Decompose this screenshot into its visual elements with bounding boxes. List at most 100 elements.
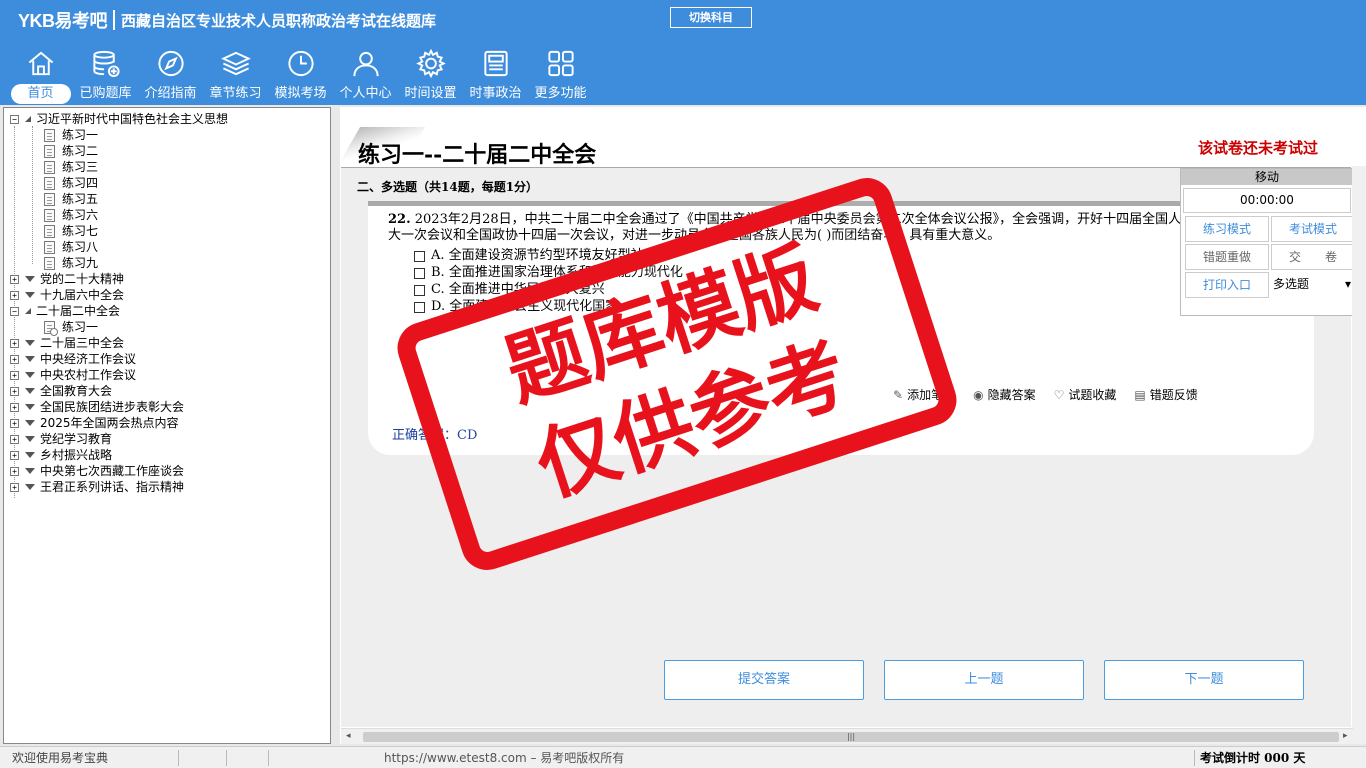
print-button[interactable]: 打印入口 [1185, 272, 1269, 298]
collapse-icon[interactable]: − [10, 306, 19, 316]
tree-node-label: 二十届二中全会 [36, 304, 121, 318]
error-feedback-button[interactable]: ▤ 错题反馈 [1134, 386, 1197, 403]
practice-mode-button[interactable]: 练习模式 [1185, 216, 1269, 242]
nav-label: 章节练习 [209, 86, 262, 101]
nav-mock-exam[interactable]: 模拟考场 [268, 48, 333, 104]
checkbox[interactable] [414, 301, 425, 313]
exam-mode-button[interactable]: 考试模式 [1271, 216, 1355, 242]
nav-guide[interactable]: 介绍指南 [138, 48, 203, 104]
dropdown-arrow-icon: ▾ [1344, 277, 1351, 291]
vertical-scrollbar[interactable] [1352, 166, 1366, 744]
horizontal-scrollbar[interactable]: ◂ ||| ▸ [341, 728, 1353, 744]
question-type-select[interactable]: 多选题 ▾ [1271, 272, 1355, 298]
tree-node[interactable]: + 乡村振兴战略 [10, 447, 112, 463]
tree-node[interactable]: +2025年全国两会热点内容 [10, 415, 179, 431]
expand-icon[interactable]: + [10, 386, 19, 396]
tree-leaf[interactable]: 练习五 [44, 191, 98, 207]
tree-node[interactable]: + 中央农村工作会议 [10, 367, 136, 383]
tree-node-label: 练习一 [62, 128, 99, 142]
tree-leaf[interactable]: 练习四 [44, 175, 98, 191]
expand-icon[interactable]: + [10, 290, 19, 300]
expand-icon[interactable]: + [10, 466, 19, 476]
tree-node[interactable]: + 王君正系列讲话、指示精神 [10, 479, 184, 495]
tree-leaf[interactable]: 练习二 [44, 143, 98, 159]
logo: YKB易考吧 [18, 11, 108, 31]
tree-node[interactable]: + 二十届三中全会 [10, 335, 124, 351]
nav-more[interactable]: 更多功能 [528, 48, 593, 104]
hide-answer-button[interactable]: ◉ 隐藏答案 [973, 386, 1036, 403]
submit-answer-button[interactable]: 提交答案 [664, 660, 864, 700]
nav-label: 已购题库 [79, 86, 132, 101]
status-divider [226, 750, 227, 766]
chapter-tree: − 习近平新时代中国特色社会主义思想 练习一 练习二 练习三 练习四 练习五 练… [3, 107, 331, 744]
tree-leaf[interactable]: 练习八 [44, 239, 98, 255]
tree-node[interactable]: + 全国民族团结进步表彰大会 [10, 399, 184, 415]
tree-leaf[interactable]: 练习一 [44, 127, 98, 143]
checkbox[interactable] [414, 267, 425, 279]
expand-icon[interactable]: + [10, 418, 19, 428]
tree-node[interactable]: − 二十届二中全会 [10, 303, 120, 319]
document-icon [44, 176, 55, 190]
expand-icon[interactable]: + [10, 274, 19, 284]
redo-wrong-button[interactable]: 错题重做 [1185, 244, 1269, 270]
report-icon: ▤ [1134, 387, 1146, 402]
copyright-text: https://www.etest8.com – 易考吧版权所有 [384, 751, 625, 765]
tree-node-label: 二十届三中全会 [40, 336, 125, 350]
nav-purchased[interactable]: 已购题库 [73, 48, 138, 104]
checkbox[interactable] [414, 250, 425, 262]
nav-label: 时间设置 [404, 86, 457, 101]
tree-node-label: 练习五 [62, 192, 99, 206]
nav-label: 个人中心 [339, 86, 392, 101]
expand-icon[interactable]: + [10, 482, 19, 492]
expand-icon[interactable]: + [10, 450, 19, 460]
exam-status-text: 该试卷还未考试过 [1198, 139, 1319, 157]
tree-leaf[interactable]: 练习九 [44, 255, 98, 271]
scroll-thumb[interactable]: ||| [363, 732, 1339, 742]
tree-leaf[interactable]: 练习六 [44, 207, 98, 223]
tree-node[interactable]: + 中央第七次西藏工作座谈会 [10, 463, 184, 479]
nav-home[interactable]: 首页 [8, 48, 73, 104]
nav-chapter-practice[interactable]: 章节练习 [203, 48, 268, 104]
expand-icon[interactable]: + [10, 402, 19, 412]
tool-label: 错题反馈 [1149, 388, 1198, 402]
hand-in-button[interactable]: 交 卷 [1271, 244, 1355, 270]
compass-icon [157, 50, 184, 77]
nav-time-settings[interactable]: 时间设置 [398, 48, 463, 104]
scroll-left-icon[interactable]: ◂ [346, 731, 351, 741]
tree-node-root[interactable]: − 习近平新时代中国特色社会主义思想 [10, 111, 228, 127]
collapse-icon[interactable]: − [10, 114, 19, 124]
nav-current-affairs[interactable]: 时事政治 [463, 48, 528, 104]
tree-node[interactable]: + 十九届六中全会 [10, 287, 124, 303]
tree-node[interactable]: + 中央经济工作会议 [10, 351, 136, 367]
nav-label: 首页 [10, 84, 71, 104]
switch-subject-button[interactable]: 切换科目 [670, 7, 752, 28]
welcome-text: 欢迎使用易考宝典 [12, 751, 109, 765]
grid-icon [547, 50, 574, 77]
tree-node[interactable]: + 党的二十大精神 [10, 271, 124, 287]
previous-question-button[interactable]: 上一题 [884, 660, 1084, 700]
tree-leaf[interactable]: 练习七 [44, 223, 98, 239]
move-handle[interactable]: 移动 [1181, 169, 1353, 185]
tree-node[interactable]: + 党纪学习教育 [10, 431, 112, 447]
expand-icon[interactable]: + [10, 434, 19, 444]
tree-leaf[interactable]: 练习三 [44, 159, 98, 175]
expand-icon[interactable]: + [10, 354, 19, 364]
gear-icon [415, 48, 446, 79]
user-icon [352, 51, 379, 77]
scroll-right-icon[interactable]: ▸ [1343, 731, 1348, 741]
tree-node[interactable]: + 全国教育大会 [10, 383, 112, 399]
expand-icon[interactable]: + [10, 338, 19, 348]
nav-personal-center[interactable]: 个人中心 [333, 48, 398, 104]
floating-control-panel: 移动 00:00:00 练习模式 考试模式 错题重做 交 卷 打印入口 多选题 … [1180, 168, 1355, 316]
expand-icon[interactable]: + [10, 370, 19, 380]
next-question-button[interactable]: 下一题 [1104, 660, 1304, 700]
tree-node-label: 党纪学习教育 [40, 432, 113, 446]
nav-label: 时事政治 [469, 86, 522, 101]
select-value: 多选题 [1273, 277, 1310, 291]
tree-node-label: 全国民族团结进步表彰大会 [40, 400, 185, 414]
section-heading: 二、多选题（共14题，每题1分） [357, 180, 539, 194]
checkbox[interactable] [414, 284, 425, 296]
tree-node-label: 全国教育大会 [40, 384, 113, 398]
favorite-button[interactable]: ♡ 试题收藏 [1054, 386, 1117, 403]
tree-leaf-selected[interactable]: 练习一 [44, 319, 98, 336]
